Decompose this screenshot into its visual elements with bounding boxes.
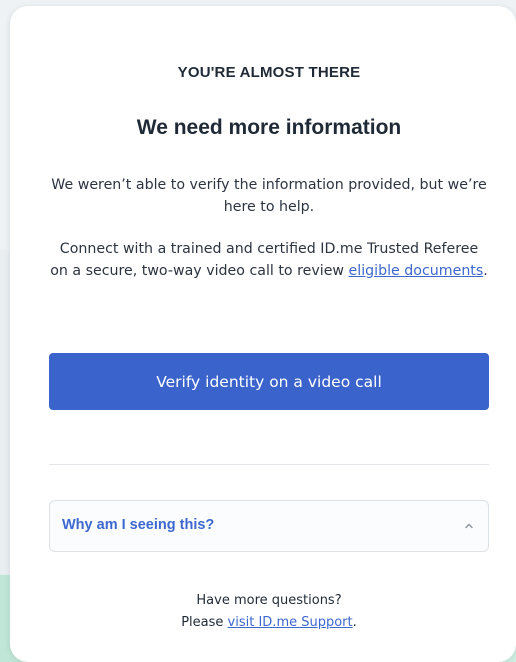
footer-suffix: . — [352, 615, 357, 630]
eligible-documents-link[interactable]: eligible documents — [349, 263, 484, 279]
footer-prefix: Please — [181, 615, 228, 630]
why-seeing-this-accordion[interactable]: Why am I seeing this? — [49, 500, 489, 552]
verify-video-call-button[interactable]: Verify identity on a video call — [49, 353, 489, 410]
page-title: We need more information — [136, 116, 402, 139]
intro-paragraph: We weren’t able to verify the informatio… — [51, 177, 487, 215]
eyebrow-text: YOU'RE ALMOST THERE — [177, 64, 361, 81]
footer-support-line: Please visit ID.me Support. — [49, 612, 489, 634]
footer-question: Have more questions? — [196, 593, 342, 608]
details-text-end: . — [483, 263, 488, 279]
details-paragraph: Connect with a trained and certified ID.… — [49, 238, 489, 282]
divider — [49, 464, 489, 465]
footer-help: Have more questions? Please visit ID.me … — [49, 590, 489, 634]
support-link[interactable]: visit ID.me Support — [228, 615, 353, 630]
verification-card: YOU'RE ALMOST THERE We need more informa… — [10, 6, 516, 662]
accordion-label: Why am I seeing this? — [62, 517, 215, 533]
chevron-up-icon — [465, 523, 473, 529]
